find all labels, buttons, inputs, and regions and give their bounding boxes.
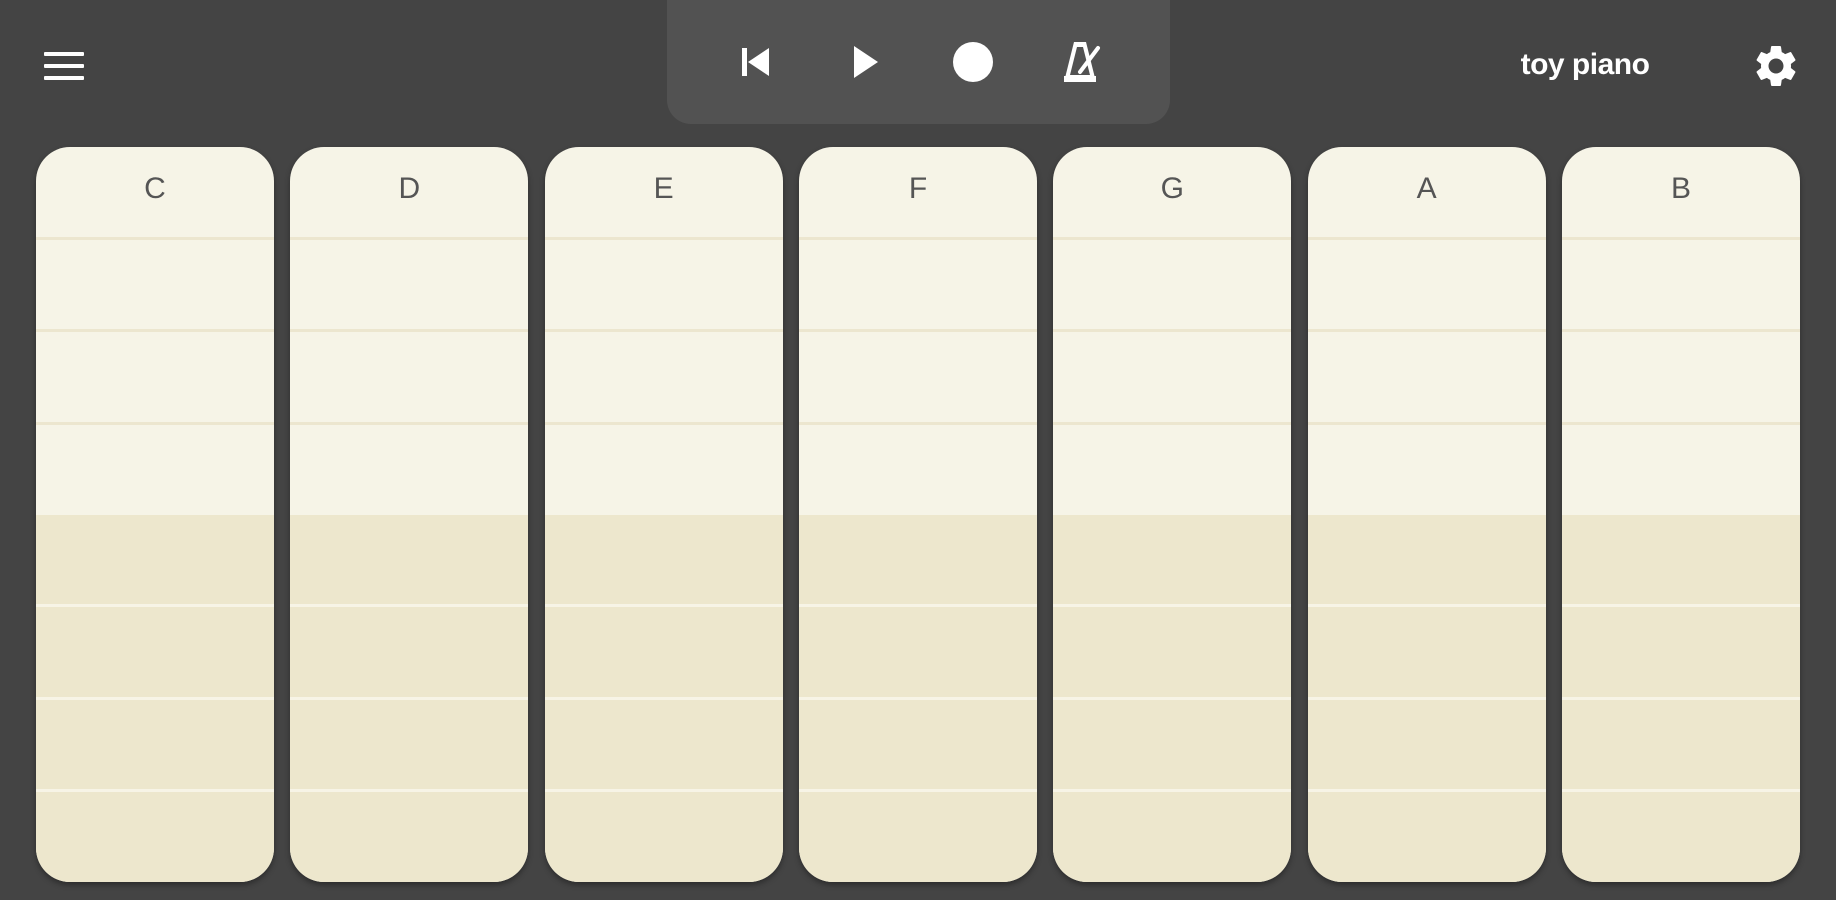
key-segment[interactable] (798, 421, 1037, 515)
key-segment[interactable] (1053, 696, 1292, 790)
key-g[interactable]: G (1053, 147, 1292, 882)
key-segment[interactable] (798, 514, 1037, 605)
piano-keys: C D E F G A B (36, 147, 1800, 882)
key-a[interactable]: A (1307, 147, 1546, 882)
note-label: A (1416, 171, 1437, 205)
key-segment[interactable] (798, 329, 1037, 422)
key-segment[interactable] (36, 236, 274, 330)
key-segment[interactable] (1561, 696, 1800, 790)
key-segment[interactable] (798, 789, 1037, 882)
key-segment[interactable] (1561, 604, 1800, 697)
key-segment[interactable] (1307, 514, 1546, 605)
key-c[interactable]: C (36, 147, 274, 882)
key-segment[interactable]: A (1308, 147, 1546, 237)
settings-button[interactable] (1746, 36, 1806, 96)
key-d[interactable]: D (290, 147, 529, 882)
toy-piano-app: toy piano C D E F G A B (0, 0, 1836, 900)
key-segment[interactable] (544, 329, 783, 422)
transport-controls (667, 0, 1170, 124)
note-label: E (653, 171, 674, 205)
key-segment[interactable] (1307, 236, 1546, 330)
key-segment[interactable]: D (290, 147, 528, 237)
key-segment[interactable] (36, 514, 274, 605)
note-label: B (1670, 171, 1691, 205)
metronome-icon (1063, 42, 1100, 82)
key-segment[interactable] (1561, 421, 1800, 515)
key-segment[interactable] (36, 604, 274, 697)
key-segment[interactable]: B (1562, 147, 1800, 237)
key-segment[interactable] (798, 236, 1037, 330)
key-segment[interactable] (36, 421, 274, 515)
play-icon (854, 46, 879, 78)
record-button[interactable] (943, 32, 1003, 92)
key-segment[interactable]: G (1053, 147, 1291, 237)
key-e[interactable]: E (544, 147, 783, 882)
key-segment[interactable] (1053, 421, 1292, 515)
key-segment[interactable] (544, 696, 783, 790)
key-segment[interactable] (290, 514, 529, 605)
record-icon (952, 42, 993, 82)
key-segment[interactable] (1561, 514, 1800, 605)
key-segment[interactable] (290, 696, 529, 790)
key-segment[interactable] (1307, 329, 1546, 422)
key-segment[interactable]: F (799, 147, 1037, 237)
gear-icon (1756, 45, 1796, 86)
key-segment[interactable] (36, 329, 274, 422)
note-label: F (908, 171, 928, 205)
key-segment[interactable] (1307, 789, 1546, 882)
key-segment[interactable] (290, 789, 529, 882)
key-segment[interactable] (1307, 421, 1546, 515)
metronome-button[interactable] (1052, 32, 1112, 92)
note-label: C (144, 171, 166, 205)
instrument-title: toy piano (1520, 48, 1650, 81)
key-segment[interactable] (1053, 514, 1292, 605)
key-segment[interactable] (1307, 604, 1546, 697)
key-f[interactable]: F (798, 147, 1037, 882)
key-segment[interactable] (798, 604, 1037, 697)
key-segment[interactable] (544, 514, 783, 605)
key-segment[interactable] (290, 236, 529, 330)
key-segment[interactable] (544, 604, 783, 697)
key-segment[interactable] (1053, 604, 1292, 697)
key-segment[interactable] (36, 696, 274, 790)
key-segment[interactable] (544, 789, 783, 882)
hamburger-menu-icon (44, 52, 84, 80)
key-segment[interactable] (1561, 236, 1800, 330)
play-button[interactable] (834, 32, 894, 92)
key-segment[interactable]: E (545, 147, 783, 237)
key-segment[interactable]: C (36, 147, 274, 237)
key-segment[interactable] (36, 789, 274, 882)
key-segment[interactable] (290, 604, 529, 697)
menu-button[interactable] (38, 40, 90, 92)
key-segment[interactable] (290, 421, 529, 515)
key-segment[interactable] (290, 329, 529, 422)
key-segment[interactable] (1307, 696, 1546, 790)
skip-back-icon (742, 48, 770, 76)
key-segment[interactable] (1053, 789, 1292, 882)
note-label: D (398, 171, 421, 205)
note-label: G (1160, 171, 1184, 205)
key-segment[interactable] (544, 421, 783, 515)
key-segment[interactable] (798, 696, 1037, 790)
key-segment[interactable] (1561, 789, 1800, 882)
skip-to-start-button[interactable] (725, 32, 785, 92)
key-segment[interactable] (1053, 329, 1292, 422)
key-b[interactable]: B (1561, 147, 1800, 882)
key-segment[interactable] (1053, 236, 1292, 330)
key-segment[interactable] (1561, 329, 1800, 422)
key-segment[interactable] (544, 236, 783, 330)
